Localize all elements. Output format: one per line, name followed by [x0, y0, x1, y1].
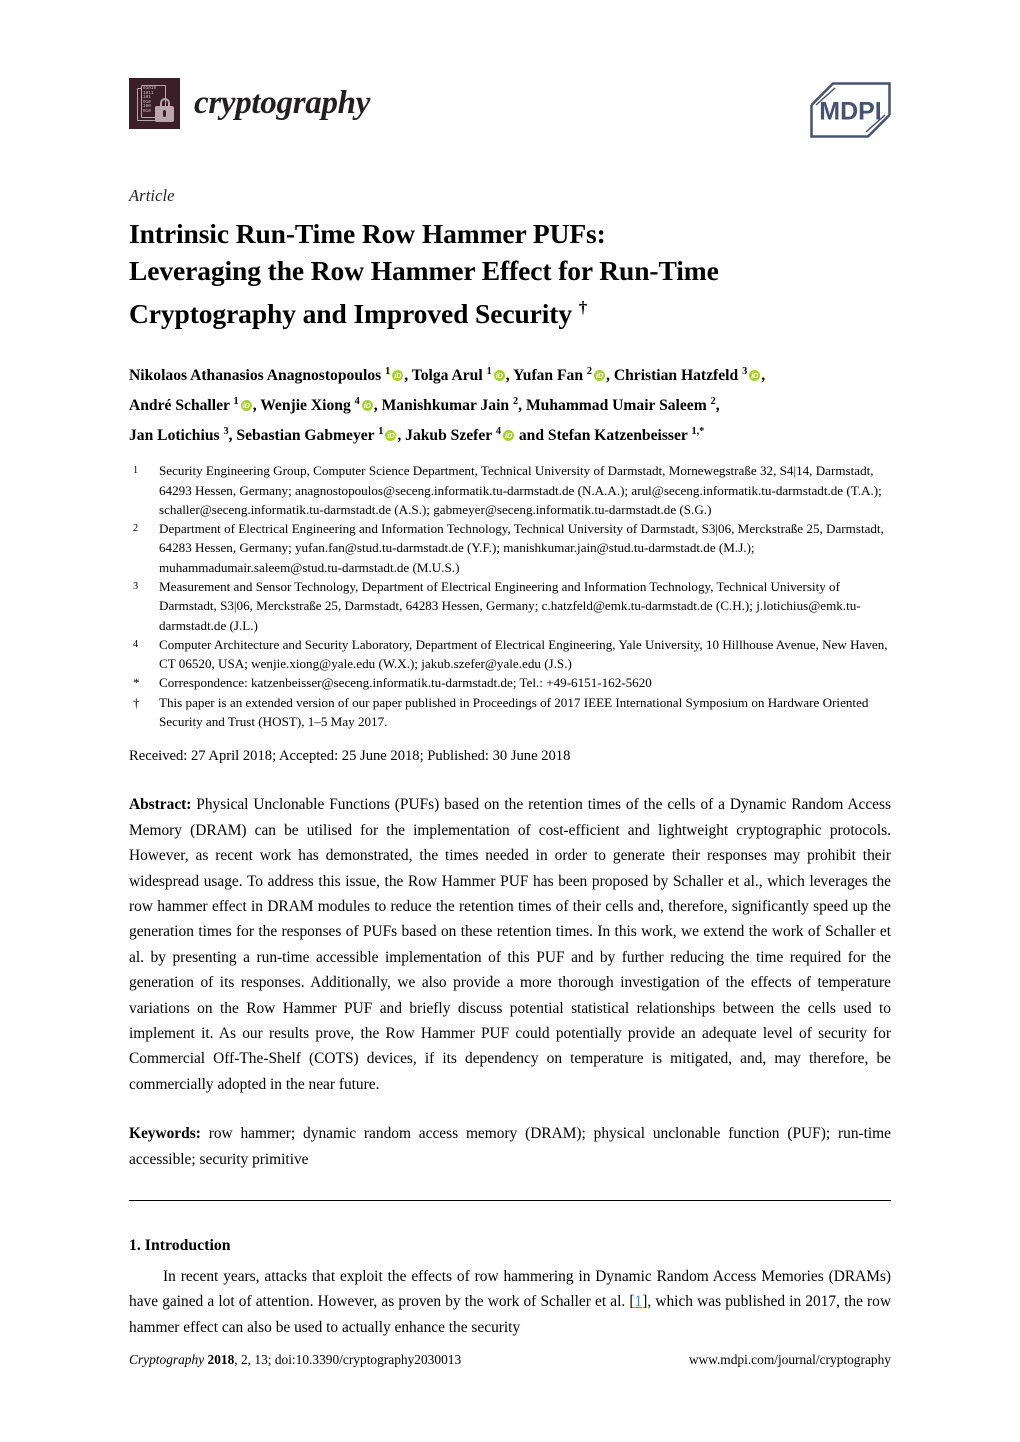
section-divider — [129, 1200, 891, 1202]
author-separator: , — [505, 367, 513, 385]
author-name: Stefan Katzenbeisser — [547, 426, 692, 444]
affiliation-text: Computer Architecture and Security Labor… — [159, 636, 888, 672]
orcid-icon[interactable]: iD — [594, 370, 606, 382]
orcid-icon[interactable]: iD — [749, 370, 761, 382]
affiliation-marker: 4 — [133, 638, 139, 650]
author-affiliation-marker: 4 — [495, 425, 501, 437]
title-line-3: Cryptography and Improved Security — [129, 298, 579, 330]
affiliation-marker: † — [133, 694, 140, 710]
page-title: Intrinsic Run-Time Row Hammer PUFs: Leve… — [129, 215, 891, 332]
affiliation-marker: 2 — [133, 523, 139, 535]
author-name: Nikolaos Athanasios Anagnostopoulos — [129, 367, 386, 385]
title-line-1: Intrinsic Run-Time Row Hammer PUFs: — [129, 218, 606, 249]
author-affiliation-marker: 2 — [586, 366, 593, 378]
journal-title: cryptography — [194, 85, 371, 121]
author-name: Tolga Arul — [411, 367, 487, 385]
article-type-label: Article — [129, 186, 175, 205]
orcid-icon[interactable]: iD — [502, 429, 514, 441]
mdpi-logo: MDPI — [810, 82, 891, 138]
keywords-block: Keywords: row hammer; dynamic random acc… — [129, 1121, 891, 1172]
author-name: Jan Lotichius — [129, 426, 224, 444]
author-separator: , — [373, 397, 382, 415]
affiliation-row: 1 Security Engineering Group, Computer Sc… — [129, 461, 891, 519]
footer-year: 2018 — [207, 1352, 235, 1367]
author-name: Christian Hatzfeld — [613, 367, 743, 385]
author-name: Yufan Fan — [512, 367, 587, 385]
affiliation-marker: 1 — [133, 465, 139, 477]
page-footer: Cryptography 2018, 2, 13; doi:10.3390/cr… — [129, 1352, 891, 1368]
author-separator: , — [397, 426, 406, 444]
paper-page: 01010 1011 101 010 100 010 cryptography — [0, 0, 1020, 1442]
affiliation-row: 4 Computer Architecture and Security Labo… — [129, 635, 891, 674]
affiliation-row: 2 Department of Electrical Engineering an… — [129, 519, 891, 577]
author-separator: and — [514, 426, 548, 444]
publication-dates: Received: 27 April 2018; Accepted: 25 Ju… — [129, 748, 571, 765]
abstract-block: Abstract: Physical Unclonable Functions … — [129, 792, 891, 1097]
orcid-icon[interactable]: iD — [385, 429, 397, 441]
affiliation-text: Correspondence: katzenbeisser@seceng.inf… — [159, 675, 652, 691]
affiliation-text: Department of Electrical Engineering and… — [159, 521, 884, 575]
abstract-text: Physical Unclonable Functions (PUFs) bas… — [129, 796, 891, 1093]
affiliation-list: 1 Security Engineering Group, Computer Sc… — [129, 461, 891, 731]
section-heading-introduction: 1. Introduction — [129, 1237, 231, 1255]
author-separator: , — [761, 367, 766, 385]
author-name: André Schaller — [129, 397, 234, 415]
affiliation-marker: 3 — [133, 581, 139, 592]
title-footnote-marker: † — [578, 298, 588, 317]
orcid-icon[interactable]: iD — [240, 400, 252, 412]
orcid-icon[interactable]: iD — [493, 370, 505, 382]
author-affiliation-marker: 3 — [742, 366, 748, 378]
author-separator: , — [404, 367, 412, 385]
affiliation-text: Measurement and Sensor Technology, Depar… — [159, 579, 861, 633]
affiliation-text: Security Engineering Group, Computer Sci… — [159, 463, 882, 517]
author-line: Jan Lotichius 3, Sebastian Gabmeyer 1 iD,… — [129, 419, 891, 449]
orcid-icon[interactable]: iD — [392, 370, 404, 382]
keywords-text: row hammer; dynamic random access memory… — [129, 1125, 891, 1168]
author-name: Manishkumar Jain — [381, 397, 514, 415]
author-affiliation-marker: 1,* — [691, 425, 705, 437]
footer-reference: , 2, 13; doi:10.3390/cryptography2030013 — [234, 1352, 462, 1367]
author-affiliation-marker: 4 — [354, 395, 360, 407]
author-affiliation-marker: 1 — [385, 366, 391, 378]
lock-book-icon: 01010 1011 101 010 100 010 — [129, 78, 180, 129]
masthead: 01010 1011 101 010 100 010 cryptography — [129, 78, 891, 158]
author-line: Nikolaos Athanasios Anagnostopoulos 1 iD,… — [129, 359, 891, 389]
abstract-label: Abstract: — [129, 796, 192, 814]
author-affiliation-marker: 1 — [378, 425, 384, 437]
author-line: André Schaller 1 iD, Wenjie Xiong 4 iD, Ma… — [129, 389, 891, 419]
author-separator: , — [715, 397, 720, 415]
author-affiliation-marker: 1 — [233, 395, 239, 407]
author-name: Muhammad Umair Saleem — [525, 397, 711, 415]
affiliation-row: * Correspondence: katzenbeisser@seceng.in… — [129, 673, 891, 692]
author-name: Jakub Szefer — [405, 426, 496, 444]
orcid-icon[interactable]: iD — [361, 400, 373, 412]
introduction-paragraph: In recent years, attacks that exploit th… — [129, 1264, 891, 1340]
keywords-label: Keywords: — [129, 1125, 201, 1143]
footer-journal-name: Cryptography — [129, 1352, 205, 1367]
author-separator: , — [606, 367, 614, 385]
padlock-icon — [155, 98, 174, 122]
affiliation-row: † This paper is an extended version of ou… — [129, 693, 891, 732]
footer-citation: Cryptography 2018, 2, 13; doi:10.3390/cr… — [129, 1352, 461, 1368]
affiliation-text: This paper is an extended version of our… — [159, 694, 869, 730]
svg-text:MDPI: MDPI — [819, 98, 882, 126]
author-name: Sebastian Gabmeyer — [236, 426, 379, 444]
page-content: 01010 1011 101 010 100 010 cryptography — [129, 0, 891, 1356]
title-line-2: Leveraging the Row Hammer Effect for Run… — [129, 255, 719, 286]
author-separator: , — [518, 397, 526, 415]
footer-url[interactable]: www.mdpi.com/journal/cryptography — [689, 1352, 891, 1368]
author-name: Wenjie Xiong — [260, 397, 355, 415]
affiliation-row: 3 Measurement and Sensor Technology, Depa… — [129, 577, 891, 635]
affiliation-marker: * — [133, 675, 140, 691]
journal-logo: 01010 1011 101 010 100 010 cryptography — [129, 78, 370, 129]
author-affiliation-marker: 1 — [486, 366, 492, 378]
author-list: Nikolaos Athanasios Anagnostopoulos 1 iD,… — [129, 359, 891, 448]
